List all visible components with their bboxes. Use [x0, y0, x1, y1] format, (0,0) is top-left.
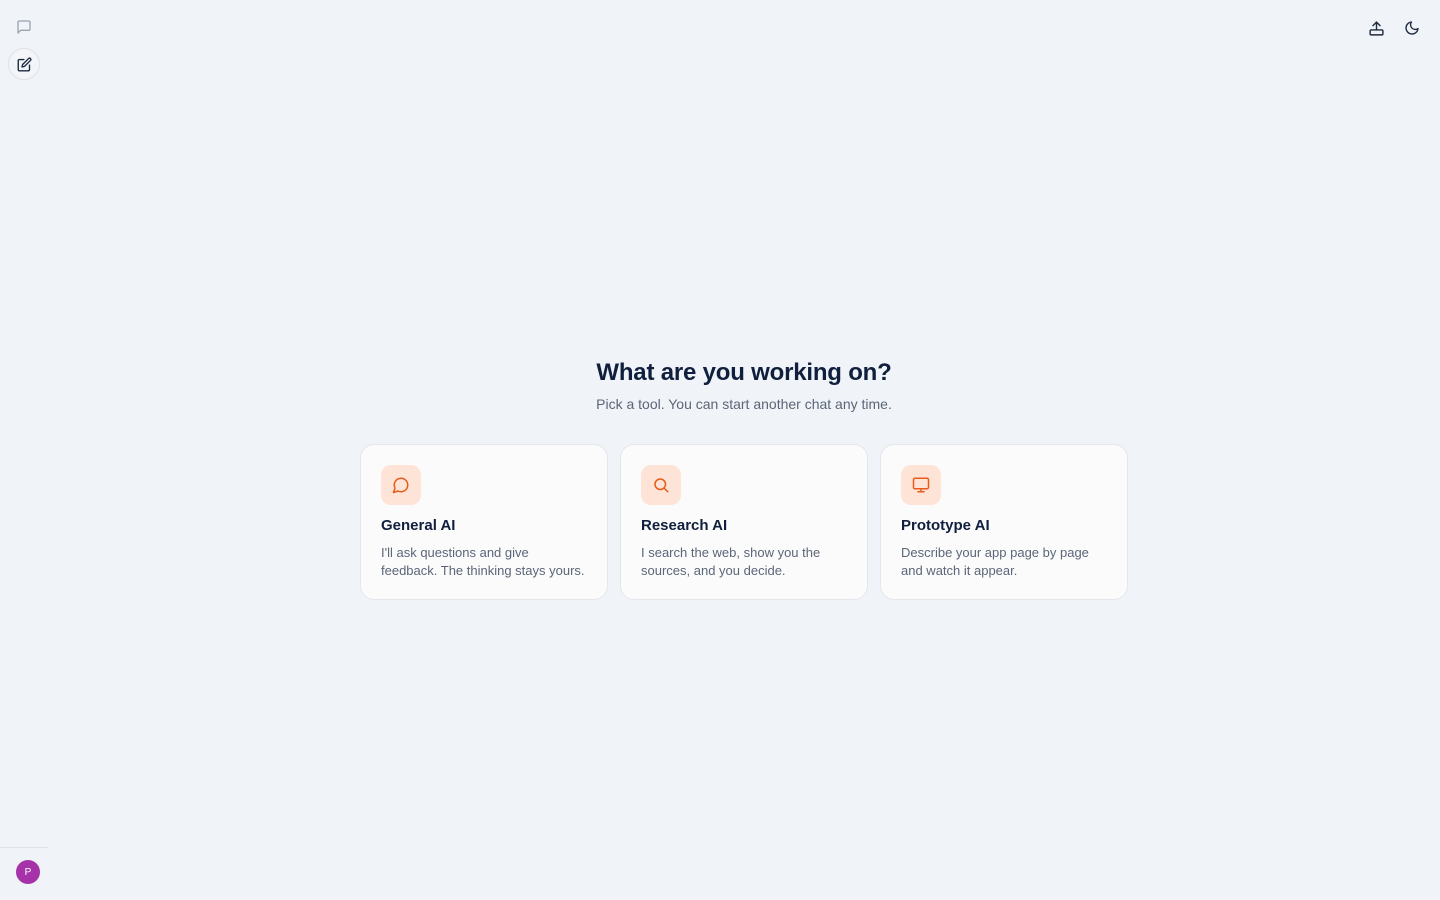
tool-cards: General AI I'll ask questions and give f… — [360, 444, 1128, 600]
export-button[interactable] — [1364, 16, 1388, 40]
tool-card-description: I'll ask questions and give feedback. Th… — [381, 545, 585, 578]
theme-toggle-button[interactable] — [1400, 16, 1424, 40]
chats-icon[interactable] — [14, 17, 34, 37]
tool-card-title: General AI — [381, 517, 456, 534]
new-chat-button[interactable] — [8, 48, 40, 80]
rail-divider — [0, 847, 48, 848]
page-subtitle: Pick a tool. You can start another chat … — [596, 396, 892, 412]
monitor-icon — [901, 465, 941, 505]
moon-icon — [1404, 20, 1420, 36]
tool-card-description: I search the web, show you the sources, … — [641, 545, 821, 578]
tool-card-title: Research AI — [641, 517, 728, 534]
tool-card-research-ai[interactable]: Research AI I search the web, show you t… — [620, 444, 868, 600]
avatar[interactable]: P — [16, 860, 40, 884]
page-title: What are you working on? — [596, 359, 892, 386]
tool-card-title: Prototype AI — [901, 517, 990, 534]
top-actions — [1364, 16, 1424, 40]
tool-card-prototype-ai[interactable]: Prototype AI Describe your app page by p… — [880, 444, 1128, 600]
tool-card-general-ai[interactable]: General AI I'll ask questions and give f… — [360, 444, 608, 600]
edit-icon — [17, 57, 32, 72]
tool-card-description: Describe your app page by page and watch… — [901, 545, 1089, 578]
left-rail: P — [0, 0, 48, 900]
upload-icon — [1368, 20, 1385, 37]
search-icon — [641, 465, 681, 505]
hero: What are you working on? Pick a tool. Yo… — [0, 356, 1440, 414]
chat-bubble-icon — [381, 465, 421, 505]
